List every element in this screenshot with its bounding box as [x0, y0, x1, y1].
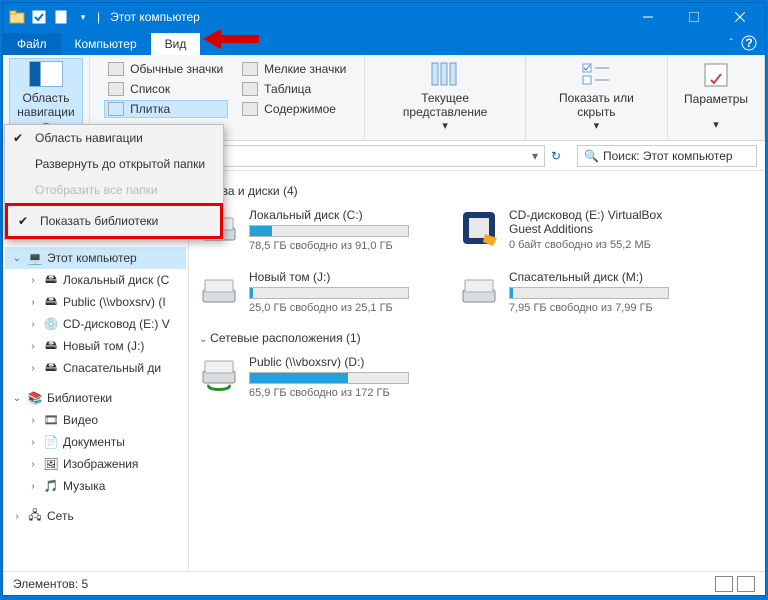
navigation-pane-label: Область навигации	[10, 91, 82, 120]
ribbon-group-showhide: Показать или скрыть▾	[526, 55, 668, 140]
navigation-pane-dropdown: Область навигации Развернуть до открытой…	[4, 124, 224, 240]
dropdown-showlibs[interactable]: Показать библиотеки	[10, 208, 218, 234]
tree-public[interactable]: ›🖴Public (\\vboxsrv) (I	[5, 291, 186, 313]
drive-icon: 🖴	[43, 360, 59, 376]
content-pane: ⌄ ства и диски (4) Локальный диск (C:)78…	[189, 171, 765, 571]
computer-icon: 💻	[27, 250, 43, 266]
video-icon: 🎞	[43, 412, 59, 428]
ribbon-group-currentview: Текущее представление▾	[365, 55, 525, 140]
view-list: Обычные значки Мелкие значки Список Табл…	[100, 58, 354, 120]
annotation-highlight: Показать библиотеки	[5, 203, 223, 239]
section-network[interactable]: ⌄ Сетевые расположения (1)	[199, 330, 755, 345]
network-icon: 🖧	[27, 508, 43, 524]
tree-newvol[interactable]: ›🖴Новый том (J:)	[5, 335, 186, 357]
tab-view[interactable]: Вид	[151, 33, 201, 55]
refresh-button[interactable]: ↻	[551, 149, 571, 163]
tree-music[interactable]: ›🎵Музыка	[5, 475, 186, 497]
window-buttons	[625, 3, 763, 31]
window: ▾ | Этот компьютер Файл Компьютер Вид ˆ …	[2, 2, 766, 596]
tree-video[interactable]: ›🎞Видео	[5, 409, 186, 431]
netdrive-icon	[199, 355, 239, 395]
libraries-icon: 📚	[27, 390, 43, 406]
svg-text:?: ?	[745, 36, 752, 50]
chevron-down-icon[interactable]: ▾	[532, 149, 538, 163]
view-large-icon[interactable]	[737, 576, 755, 592]
drive-icon: 🖴	[43, 272, 59, 288]
checkbox-icon[interactable]	[31, 9, 47, 25]
tree-cddrive[interactable]: ›💿CD-дисковод (E:) V	[5, 313, 186, 335]
search-input[interactable]: 🔍 Поиск: Этот компьютер	[577, 145, 757, 167]
drive-icon: 🖴	[43, 338, 59, 354]
options-button[interactable]: Параметры▾	[674, 58, 758, 136]
page-icon[interactable]	[53, 9, 69, 25]
view-list[interactable]: Список	[104, 80, 228, 98]
drive-d[interactable]: Public (\\vboxsrv) (D:)65,9 ГБ свободно …	[199, 355, 429, 399]
search-icon: 🔍	[584, 149, 599, 163]
tree-rescue[interactable]: ›🖴Спасательный ди	[5, 357, 186, 379]
close-button[interactable]	[717, 3, 763, 31]
tree-thispc[interactable]: ⌄💻Этот компьютер	[5, 247, 186, 269]
images-icon: 🖼	[43, 456, 59, 472]
search-placeholder: Поиск: Этот компьютер	[603, 149, 733, 163]
folder-icon	[9, 9, 25, 25]
titlebar: ▾ | Этот компьютер	[3, 3, 765, 31]
cd-icon: 💿	[43, 316, 59, 332]
view-details-icon[interactable]	[715, 576, 733, 592]
tree-libraries[interactable]: ⌄📚Библиотеки	[5, 387, 186, 409]
view-tiles[interactable]: Плитка	[104, 100, 228, 118]
hdd-icon	[199, 270, 239, 310]
quick-access-toolbar: ▾ |	[5, 9, 100, 25]
netdrive-icon: 🖴	[43, 294, 59, 310]
status-bar: Элементов: 5	[3, 571, 765, 595]
drive-vbox[interactable]: CD-дисковод (E:) VirtualBox Guest Additi…	[459, 208, 689, 252]
tree-localc[interactable]: ›🖴Локальный диск (C	[5, 269, 186, 291]
show-hide-button[interactable]: Показать или скрыть▾	[532, 58, 661, 136]
annotation-arrow-icon	[203, 27, 259, 51]
checkbox-list-icon	[580, 61, 612, 87]
docs-icon: 📄	[43, 434, 59, 450]
navigation-pane-icon	[29, 61, 63, 87]
view-table[interactable]: Таблица	[238, 80, 350, 98]
hdd-icon	[459, 270, 499, 310]
tree-docs[interactable]: ›📄Документы	[5, 431, 186, 453]
tab-computer[interactable]: Компьютер	[61, 33, 151, 55]
dropdown-expand[interactable]: Развернуть до открытой папки	[5, 151, 223, 177]
view-small[interactable]: Мелкие значки	[238, 60, 350, 78]
status-text: Элементов: 5	[13, 577, 88, 591]
window-title: Этот компьютер	[110, 10, 200, 24]
drive-c[interactable]: Локальный диск (C:)78,5 ГБ свободно из 9…	[199, 208, 429, 252]
netdrives-grid: Public (\\vboxsrv) (D:)65,9 ГБ свободно …	[199, 355, 755, 399]
view-content[interactable]: Содержимое	[238, 100, 350, 118]
vbox-icon	[459, 208, 499, 248]
current-view-button[interactable]: Текущее представление▾	[371, 58, 518, 136]
tree-network[interactable]: ›🖧Сеть	[5, 505, 186, 527]
section-devices[interactable]: ⌄ ства и диски (4)	[199, 183, 755, 198]
ribbon-help: ˆ ?	[730, 35, 757, 51]
maximize-button[interactable]	[671, 3, 717, 31]
drive-j[interactable]: Новый том (J:)25,0 ГБ свободно из 25,1 Г…	[199, 270, 429, 314]
qat-dropdown-icon[interactable]: ▾	[75, 9, 91, 25]
tree-images[interactable]: ›🖼Изображения	[5, 453, 186, 475]
options-icon	[700, 62, 732, 88]
dropdown-navpane[interactable]: Область навигации	[5, 125, 223, 151]
ribbon-tabbar: Файл Компьютер Вид ˆ ?	[3, 31, 765, 55]
tab-file[interactable]: Файл	[3, 33, 61, 55]
help-icon[interactable]: ?	[741, 35, 757, 51]
columns-icon	[429, 61, 461, 87]
music-icon: 🎵	[43, 478, 59, 494]
view-medium[interactable]: Обычные значки	[104, 60, 228, 78]
minimize-button[interactable]	[625, 3, 671, 31]
drive-m[interactable]: Спасательный диск (M:)7,95 ГБ свободно и…	[459, 270, 689, 314]
collapse-ribbon-icon[interactable]: ˆ	[730, 38, 733, 49]
ribbon-group-options: Параметры▾	[668, 55, 765, 140]
drives-grid: Локальный диск (C:)78,5 ГБ свободно из 9…	[199, 208, 755, 314]
dropdown-allfolders[interactable]: Отобразить все папки	[5, 177, 223, 203]
